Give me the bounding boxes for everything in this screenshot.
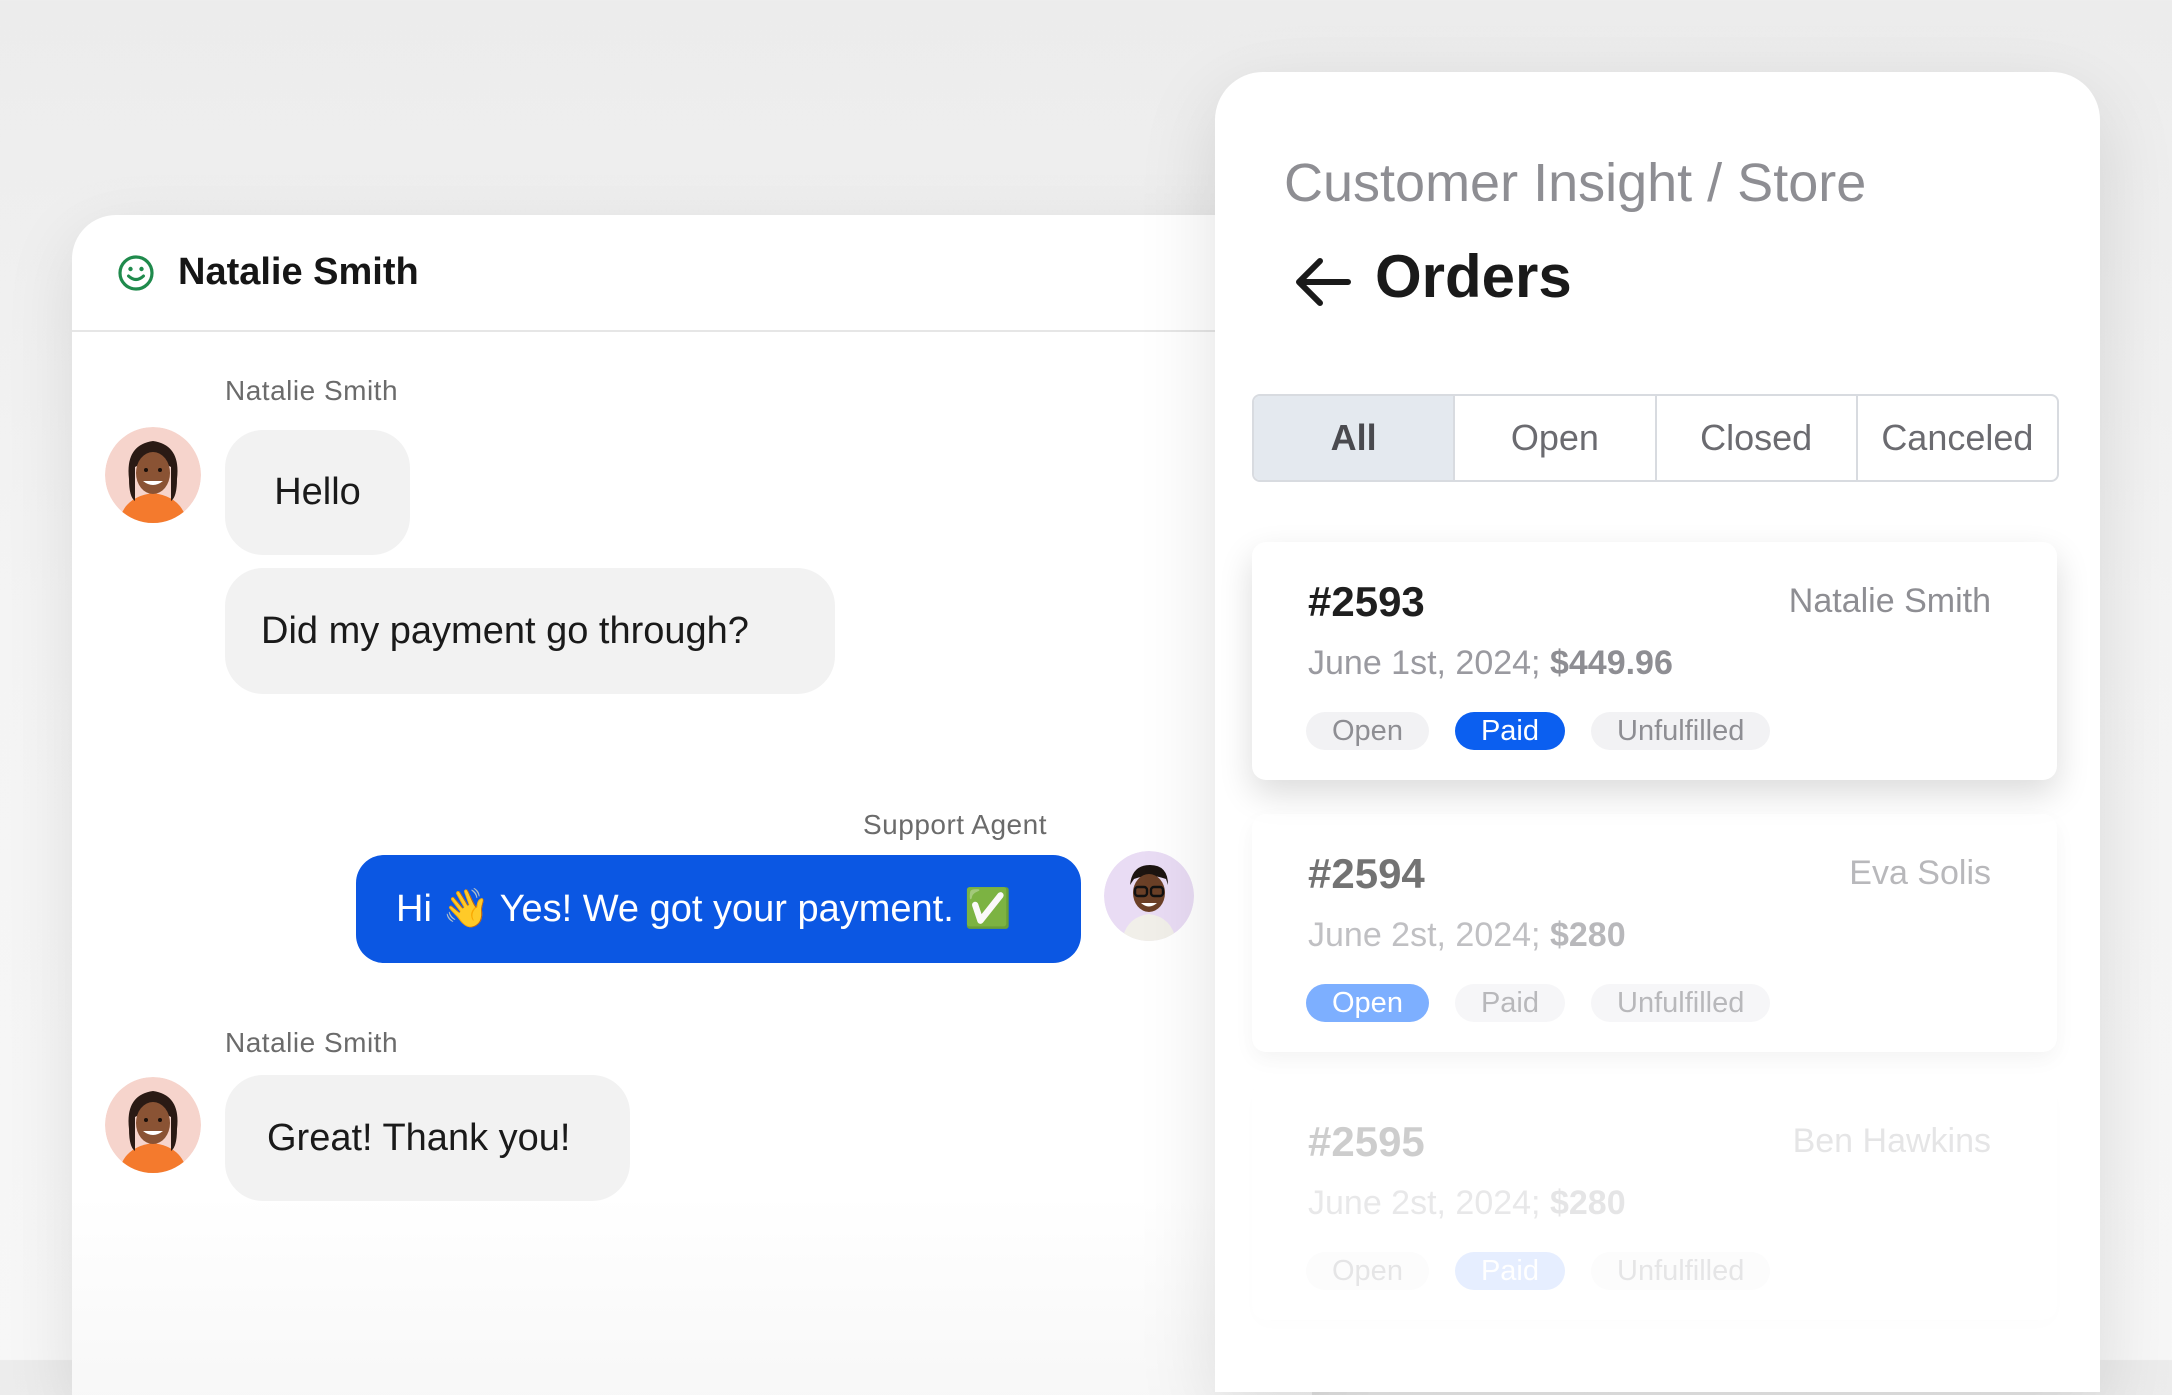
page-title: Orders — [1375, 243, 1572, 310]
tab-open[interactable]: Open — [1453, 396, 1654, 480]
agent-avatar — [1104, 851, 1194, 941]
order-filter-tabs: All Open Closed Canceled — [1252, 394, 2059, 482]
order-badges: Open Paid Unfulfilled — [1306, 984, 1771, 1022]
status-badge-paid: Paid — [1454, 712, 1565, 750]
order-customer: Natalie Smith — [1788, 582, 1991, 620]
arrow-left-icon[interactable] — [1292, 255, 1352, 309]
status-badge-paid: Paid — [1454, 1252, 1565, 1290]
chat-contact-name[interactable]: Natalie Smith — [178, 251, 419, 294]
tab-all[interactable]: All — [1254, 396, 1454, 480]
sender-label: Natalie Smith — [225, 375, 399, 406]
tab-closed[interactable]: Closed — [1654, 396, 1856, 480]
order-id: #2593 — [1308, 578, 1425, 625]
breadcrumb[interactable]: Customer Insight / Store — [1284, 152, 1866, 214]
customer-avatar — [105, 427, 201, 523]
order-card[interactable]: #2595 Ben Hawkins June 2st, 2024; $280 O… — [1252, 1082, 2057, 1320]
chat-panel: Natalie Smith Natalie Smith Hello Did my… — [72, 215, 1312, 1395]
status-badge-unfulfilled: Unfulfilled — [1591, 712, 1771, 750]
order-badges: Open Paid Unfulfilled — [1306, 712, 1771, 750]
order-customer: Eva Solis — [1849, 854, 1991, 892]
customer-avatar — [105, 1077, 201, 1173]
tab-canceled[interactable]: Canceled — [1855, 396, 2057, 480]
order-date: June 1st, 2024; — [1308, 644, 1541, 682]
orders-panel: Customer Insight / Store Orders All Open… — [1215, 72, 2100, 1392]
order-card[interactable]: #2593 Natalie Smith June 1st, 2024; $449… — [1252, 542, 2057, 780]
order-amount: $280 — [1549, 916, 1626, 954]
smile-icon — [118, 254, 154, 291]
chat-header: Natalie Smith — [72, 215, 1312, 332]
order-card[interactable]: #2594 Eva Solis June 2st, 2024; $280 Ope… — [1252, 814, 2057, 1052]
message-bubble: Great! Thank you! — [225, 1075, 630, 1201]
status-badge-unfulfilled: Unfulfilled — [1591, 1252, 1771, 1290]
order-id: #2594 — [1308, 850, 1425, 897]
order-badges: Open Paid Unfulfilled — [1306, 1252, 1771, 1290]
sender-label: Natalie Smith — [225, 1027, 399, 1058]
order-date: June 2st, 2024; — [1308, 1184, 1541, 1222]
agent-message-bubble: Hi 👋 Yes! We got your payment. ✅ — [356, 855, 1081, 963]
sender-label: Support Agent — [863, 809, 1047, 840]
status-badge-unfulfilled: Unfulfilled — [1591, 984, 1771, 1022]
status-badge-open: Open — [1306, 1252, 1429, 1290]
order-meta: June 1st, 2024; $449.96 — [1308, 644, 1673, 683]
order-meta: June 2st, 2024; $280 — [1308, 916, 1626, 955]
status-badge-open: Open — [1306, 984, 1429, 1022]
order-date: June 2st, 2024; — [1308, 916, 1541, 954]
status-badge-open: Open — [1306, 712, 1429, 750]
order-amount: $449.96 — [1549, 644, 1673, 682]
message-bubble: Hello — [225, 430, 410, 555]
panel-fade — [72, 1195, 1312, 1395]
message-bubble: Did my payment go through? — [225, 568, 835, 694]
order-id: #2595 — [1308, 1118, 1425, 1165]
order-meta: June 2st, 2024; $280 — [1308, 1184, 1626, 1223]
order-amount: $280 — [1549, 1184, 1626, 1222]
order-customer: Ben Hawkins — [1792, 1122, 1991, 1160]
status-badge-paid: Paid — [1454, 984, 1565, 1022]
